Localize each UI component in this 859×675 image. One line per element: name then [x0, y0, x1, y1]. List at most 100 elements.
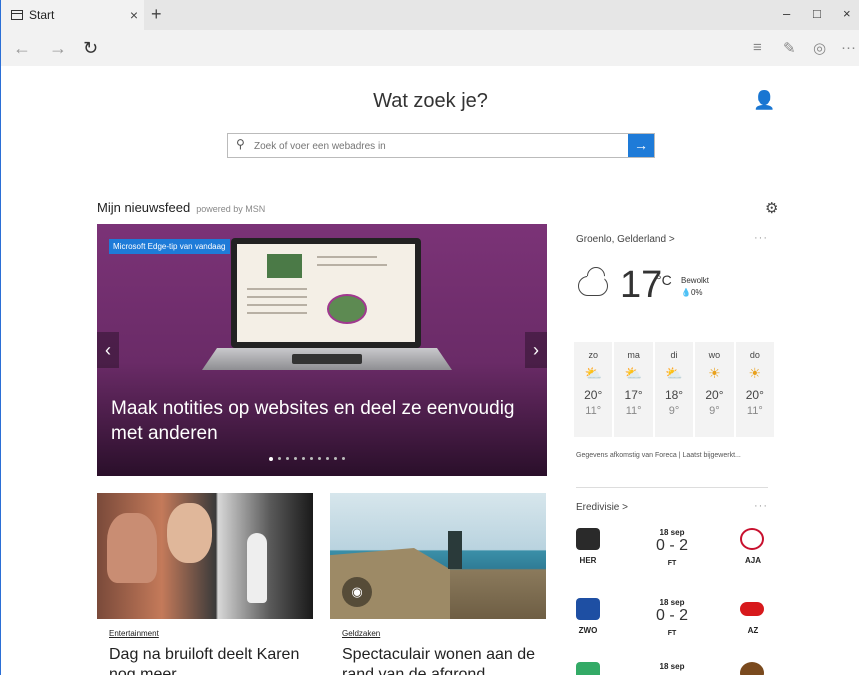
maximize-button[interactable]: □	[813, 6, 821, 21]
day-name: wo	[708, 350, 721, 360]
tab-close-icon[interactable]: ×	[130, 7, 138, 23]
new-tab-button[interactable]: +	[151, 4, 162, 25]
camera-icon: ◉	[342, 577, 372, 607]
page-photo	[267, 254, 302, 278]
close-window-button[interactable]: ×	[843, 6, 851, 21]
laptop-trackpad	[292, 354, 362, 364]
carousel-dot[interactable]	[278, 457, 281, 460]
tab-page-icon	[11, 10, 23, 20]
photo-bride	[247, 533, 267, 603]
match-row[interactable]: 18 sep 0 - 2 FT HER AJA	[576, 528, 768, 588]
add-person-icon[interactable]: 👤	[753, 90, 775, 111]
football-more-button[interactable]: ···	[754, 500, 768, 512]
league-link[interactable]: Eredivisie >	[576, 502, 628, 513]
carousel-dot[interactable]	[269, 457, 273, 461]
home-team: HER	[579, 556, 597, 565]
day-name: ma	[627, 350, 640, 360]
day-name: di	[670, 350, 678, 360]
article-card[interactable]: ◉ Geldzaken Spectaculair wonen aan de ra…	[330, 493, 546, 675]
match-row[interactable]: 18 sep 0 - 2 FT ZWO AZ	[576, 598, 768, 658]
article-category[interactable]: Geldzaken	[342, 629, 380, 638]
search-input[interactable]	[254, 137, 624, 155]
carousel-dot[interactable]	[286, 457, 289, 460]
forecast-day[interactable]: ma ⛅ 17° 11°	[614, 342, 653, 437]
precipitation: 💧0%	[681, 288, 703, 297]
day-high: 20°	[745, 388, 764, 402]
home-team: ZWO	[578, 626, 598, 635]
article-image: ◉	[330, 493, 546, 619]
hero-headline[interactable]: Maak notities op websites en deel ze een…	[111, 396, 541, 446]
page-text-line	[247, 288, 307, 290]
weather-condition: Bewolkt	[681, 276, 710, 285]
powered-by-label: powered by MSN	[196, 204, 266, 214]
precipitation-value: 0%	[690, 288, 703, 297]
photo-house	[448, 531, 462, 569]
day-high: 20°	[705, 388, 724, 402]
away-crest-icon	[740, 602, 764, 616]
title-bar: Start × + – □ ×	[1, 0, 859, 30]
article-title[interactable]: Dag na bruiloft deelt Karen nog meer	[109, 645, 309, 675]
page-text-line	[247, 296, 307, 298]
raindrop-icon: 💧	[681, 288, 691, 297]
match-score: 0 - 2	[655, 607, 688, 624]
carousel-dot[interactable]	[302, 457, 305, 460]
tab-start[interactable]: Start ×	[1, 0, 144, 30]
gear-icon[interactable]: ⚙	[765, 199, 778, 217]
page-title: Wat zoek je?	[373, 90, 488, 112]
laptop-base	[202, 348, 452, 370]
tab-label: Start	[29, 8, 55, 22]
day-low: 11°	[625, 405, 642, 417]
carousel-prev-button[interactable]: ‹	[97, 332, 119, 368]
day-low: 9°	[668, 405, 680, 417]
forecast-day[interactable]: wo ☀ 20° 9°	[695, 342, 734, 437]
weather-source[interactable]: Gegevens afkomstig van Foreca | Laatst b…	[576, 452, 741, 459]
match-row[interactable]: 18 sep	[576, 662, 768, 675]
carousel-dot[interactable]	[310, 457, 313, 460]
sunny-icon: ☀	[748, 365, 762, 381]
article-category[interactable]: Entertainment	[109, 629, 159, 638]
minimize-button[interactable]: –	[783, 6, 790, 21]
article-card[interactable]: Entertainment Dag na bruiloft deelt Kare…	[97, 493, 313, 675]
back-button[interactable]: ←	[13, 38, 31, 59]
forecast-day[interactable]: zo ⛅ 20° 11°	[574, 342, 613, 437]
forecast-days: zo ⛅ 20° 11° ma ⛅ 17° 11° di ⛅ 18° 9° wo…	[574, 342, 775, 437]
hub-icon[interactable]: ≡	[753, 39, 762, 56]
page-text-line	[247, 304, 307, 306]
day-high: 18°	[664, 388, 684, 402]
carousel-dot[interactable]	[326, 457, 329, 460]
match-score: 0 - 2	[655, 537, 688, 554]
carousel-dot[interactable]	[318, 457, 321, 460]
forecast-day[interactable]: do ☀ 20° 11°	[735, 342, 775, 437]
search-icon: ⚲	[236, 137, 245, 151]
forward-button[interactable]: →	[49, 38, 67, 59]
carousel-dot[interactable]	[342, 457, 345, 460]
sunny-icon: ☀	[708, 365, 721, 381]
page-text-line	[317, 256, 377, 258]
carousel-next-button[interactable]: ›	[525, 332, 547, 368]
web-note-icon[interactable]: ✎	[783, 39, 796, 57]
search-box[interactable]: ⚲ →	[227, 133, 655, 158]
partly-cloudy-icon: ⛅	[584, 365, 602, 381]
weather-location-link[interactable]: Groenlo, Gelderland >	[576, 234, 675, 245]
weather-more-button[interactable]: ···	[754, 232, 768, 244]
forecast-day[interactable]: di ⛅ 18° 9°	[654, 342, 694, 437]
carousel-dot[interactable]	[294, 457, 297, 460]
cloud-icon	[578, 276, 608, 296]
away-team: AJA	[744, 556, 761, 565]
refresh-button[interactable]: ↻	[83, 38, 98, 59]
search-go-button[interactable]: →	[628, 134, 654, 157]
match-date: 18 sep	[659, 662, 685, 671]
day-high: 20°	[584, 388, 603, 402]
carousel-dot[interactable]	[334, 457, 337, 460]
page-text-line	[247, 312, 307, 314]
hero-carousel[interactable]: Microsoft Edge-tip van vandaag ‹ › Maak …	[97, 224, 547, 476]
share-icon[interactable]: ◎	[813, 39, 826, 57]
partly-cloudy-icon: ⛅	[624, 365, 643, 381]
match-status: FT	[667, 560, 677, 567]
home-crest-icon	[576, 598, 600, 620]
article-title[interactable]: Spectaculair wonen aan de rand van de af…	[342, 645, 542, 675]
article-image	[97, 493, 313, 619]
more-menu-button[interactable]: ···	[841, 39, 856, 56]
away-crest-icon	[740, 528, 764, 550]
browser-window: Start × + – □ × ← → ↻ ≡ ✎ ◎ ··· Wat zoek…	[0, 0, 859, 675]
